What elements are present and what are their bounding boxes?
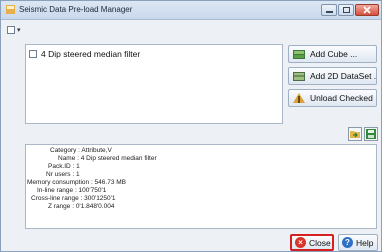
add-cube-button[interactable]: Add Cube ... (288, 45, 377, 63)
help-button-label: Help (356, 237, 374, 248)
add-2d-dataset-button[interactable]: Add 2D DataSet ... (288, 67, 377, 85)
maximize-button[interactable] (338, 4, 354, 16)
item-checkbox[interactable] (29, 50, 37, 58)
cube-icon (293, 50, 305, 59)
close-button[interactable]: × Close (290, 234, 334, 251)
save-button[interactable] (364, 127, 378, 141)
preload-manager-window: Seismic Data Pre-load Manager ▾ 4 Dip st… (0, 0, 382, 252)
info-inline-range: In-line range : 100'750'1 (37, 187, 107, 194)
close-button-label: Close (309, 237, 331, 248)
loaded-data-list[interactable]: 4 Dip steered median filter (25, 44, 283, 124)
select-all-checkbox[interactable] (7, 26, 15, 34)
minimize-icon (325, 11, 333, 13)
info-nr-users: Nr users : 1 (46, 171, 80, 178)
info-category: Category : Attribute,V (50, 147, 112, 154)
save-icon (366, 129, 376, 139)
info-crossline-range: Cross-line range : 300'1250'1 (31, 195, 116, 202)
info-memory: Memory consumption : 546.73 MB (27, 179, 126, 186)
title-bar[interactable]: Seismic Data Pre-load Manager (1, 1, 381, 20)
list-item-label: 4 Dip steered median filter (41, 49, 141, 59)
info-name: Name : 4 Dip steered median filter (58, 155, 157, 162)
unload-icon (293, 93, 305, 103)
list-item[interactable]: 4 Dip steered median filter (29, 48, 140, 60)
add-cube-label: Add Cube ... (310, 49, 358, 59)
info-z-range: Z range : 0'1.848'0.004 (48, 203, 115, 210)
select-menu-caret[interactable]: ▾ (17, 26, 21, 34)
unload-checked-button[interactable]: Unload Checked ... (288, 89, 377, 107)
dataset-info-panel: Category : Attribute,V Name : 4 Dip stee… (25, 144, 377, 229)
help-icon: ? (342, 237, 353, 248)
app-icon (6, 5, 15, 14)
open-folder-button[interactable] (348, 127, 362, 141)
help-button[interactable]: ? Help (338, 234, 378, 251)
close-icon (363, 6, 371, 14)
folder-icon (350, 131, 360, 138)
unload-checked-label: Unload Checked ... (310, 93, 376, 103)
info-pack-id: Pack.ID : 1 (48, 163, 80, 170)
minimize-button[interactable] (321, 4, 337, 16)
window-title: Seismic Data Pre-load Manager (19, 5, 133, 14)
add-2d-dataset-label: Add 2D DataSet ... (310, 71, 376, 81)
dataset-2d-icon (293, 72, 305, 81)
close-circle-icon: × (295, 237, 306, 248)
window-close-button[interactable] (355, 4, 379, 16)
maximize-icon (342, 7, 350, 13)
